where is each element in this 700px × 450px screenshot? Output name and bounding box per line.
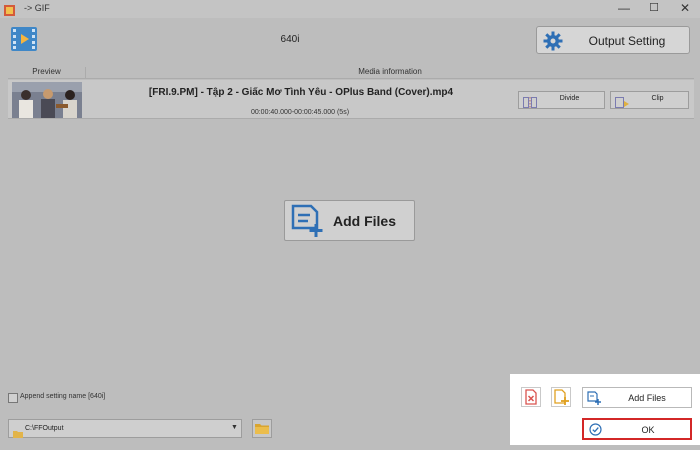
- output-folder-select[interactable]: C:\FFOutput ▼: [8, 419, 242, 438]
- window-title: -> GIF: [24, 3, 50, 13]
- minimize-button[interactable]: —: [614, 2, 634, 16]
- file-name: [FRI.9.PM] - Tập 2 - Giấc Mơ Tình Yêu - …: [148, 87, 454, 98]
- chevron-down-icon: ▼: [231, 424, 238, 431]
- video-file-icon: [10, 26, 38, 52]
- ok-button[interactable]: OK: [582, 418, 692, 440]
- append-setting-name-checkbox[interactable]: [8, 393, 18, 403]
- add-files-button[interactable]: Add Files: [284, 200, 415, 241]
- maximize-button[interactable]: ☐: [644, 2, 664, 16]
- gear-icon: [543, 31, 563, 51]
- add-folder-button[interactable]: [551, 387, 571, 407]
- close-button[interactable]: ✕: [675, 2, 695, 16]
- popup-add-files-label: Add Files: [628, 393, 666, 403]
- remove-file-button[interactable]: [521, 387, 541, 407]
- clip-icon: [615, 95, 629, 108]
- output-folder-path: C:\FFOutput: [25, 425, 64, 432]
- folder-icon: [13, 425, 23, 438]
- add-folder-icon: [554, 389, 569, 405]
- clip-label: Clip: [651, 95, 664, 102]
- add-file-icon: [289, 204, 325, 238]
- append-setting-name-label: Append setting name [640i]: [20, 393, 106, 400]
- add-file-icon: [587, 391, 601, 405]
- divide-icon: [523, 95, 537, 108]
- open-folder-button[interactable]: [252, 419, 272, 438]
- title-bar: [0, 0, 700, 18]
- popup-add-files-button[interactable]: Add Files: [582, 387, 692, 408]
- divide-button[interactable]: Divide: [518, 91, 605, 109]
- app-logo-icon: [4, 3, 15, 16]
- output-setting-button[interactable]: Output Setting: [536, 26, 690, 54]
- column-header-media-information: Media information: [358, 67, 422, 76]
- open-folder-icon: [255, 424, 269, 434]
- column-header-preview: Preview: [8, 67, 86, 79]
- output-setting-label: Output Setting: [588, 34, 666, 48]
- clip-button[interactable]: Clip: [610, 91, 689, 109]
- divide-label: Divide: [559, 95, 580, 102]
- remove-file-icon: [525, 389, 537, 405]
- add-files-popup: Add Files OK: [510, 374, 700, 445]
- check-circle-icon: [589, 423, 602, 436]
- file-duration: 00:00:40.000-00:00:45.000 (5s): [250, 109, 350, 116]
- resolution-label: 640i: [280, 34, 300, 45]
- ok-label: OK: [641, 425, 655, 435]
- video-thumbnail: [12, 82, 82, 118]
- add-files-label: Add Files: [333, 213, 397, 229]
